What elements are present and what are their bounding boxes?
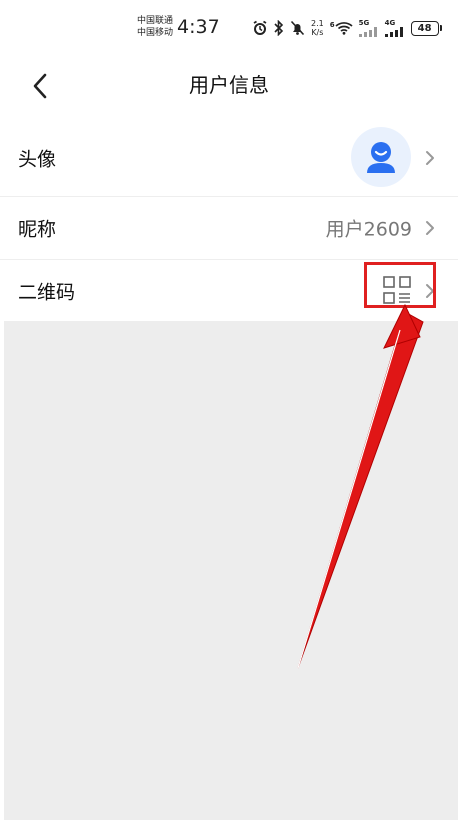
wifi-icon: 6 (330, 21, 353, 35)
clock: 4:37 (177, 16, 220, 38)
empty-background (4, 321, 458, 820)
user-avatar-icon (367, 142, 395, 173)
row-avatar[interactable]: 头像 (0, 120, 458, 197)
carrier-2: 中国移动 (137, 28, 174, 38)
signal-5g-icon: 5G (358, 19, 379, 37)
carrier-1: 中国联通 (137, 16, 174, 26)
chevron-right-icon (426, 221, 434, 235)
status-bar: 中国联通 中国移动 4:37 2.1 K/s 6 5G 4G 48 (0, 0, 458, 56)
signal-4g-icon: 4G (384, 19, 405, 37)
network-speed: 2.1 K/s (311, 19, 324, 37)
bluetooth-icon (274, 20, 284, 36)
header: 用户信息 (0, 56, 458, 116)
net-5g-label: 5G (358, 19, 370, 27)
row-nickname[interactable]: 昵称 用户2609 (0, 197, 458, 260)
carrier-info: 中国联通 中国移动 (137, 15, 173, 39)
avatar-label: 头像 (18, 148, 57, 171)
mute-bell-icon (290, 20, 305, 36)
highlight-box (364, 262, 436, 308)
chevron-right-icon (426, 151, 434, 165)
nickname-value: 用户2609 (325, 218, 412, 241)
avatar[interactable] (351, 127, 411, 187)
qrcode-label: 二维码 (18, 281, 76, 303)
alarm-icon (252, 20, 268, 36)
battery-indicator: 48 (410, 20, 442, 36)
net-4g-label: 4G (384, 19, 396, 27)
status-icons: 2.1 K/s 6 5G 4G 48 (252, 14, 442, 42)
speed-unit: K/s (311, 28, 324, 37)
nickname-label: 昵称 (18, 218, 57, 241)
page-title: 用户信息 (189, 73, 269, 97)
speed-value: 2.1 (311, 19, 324, 28)
